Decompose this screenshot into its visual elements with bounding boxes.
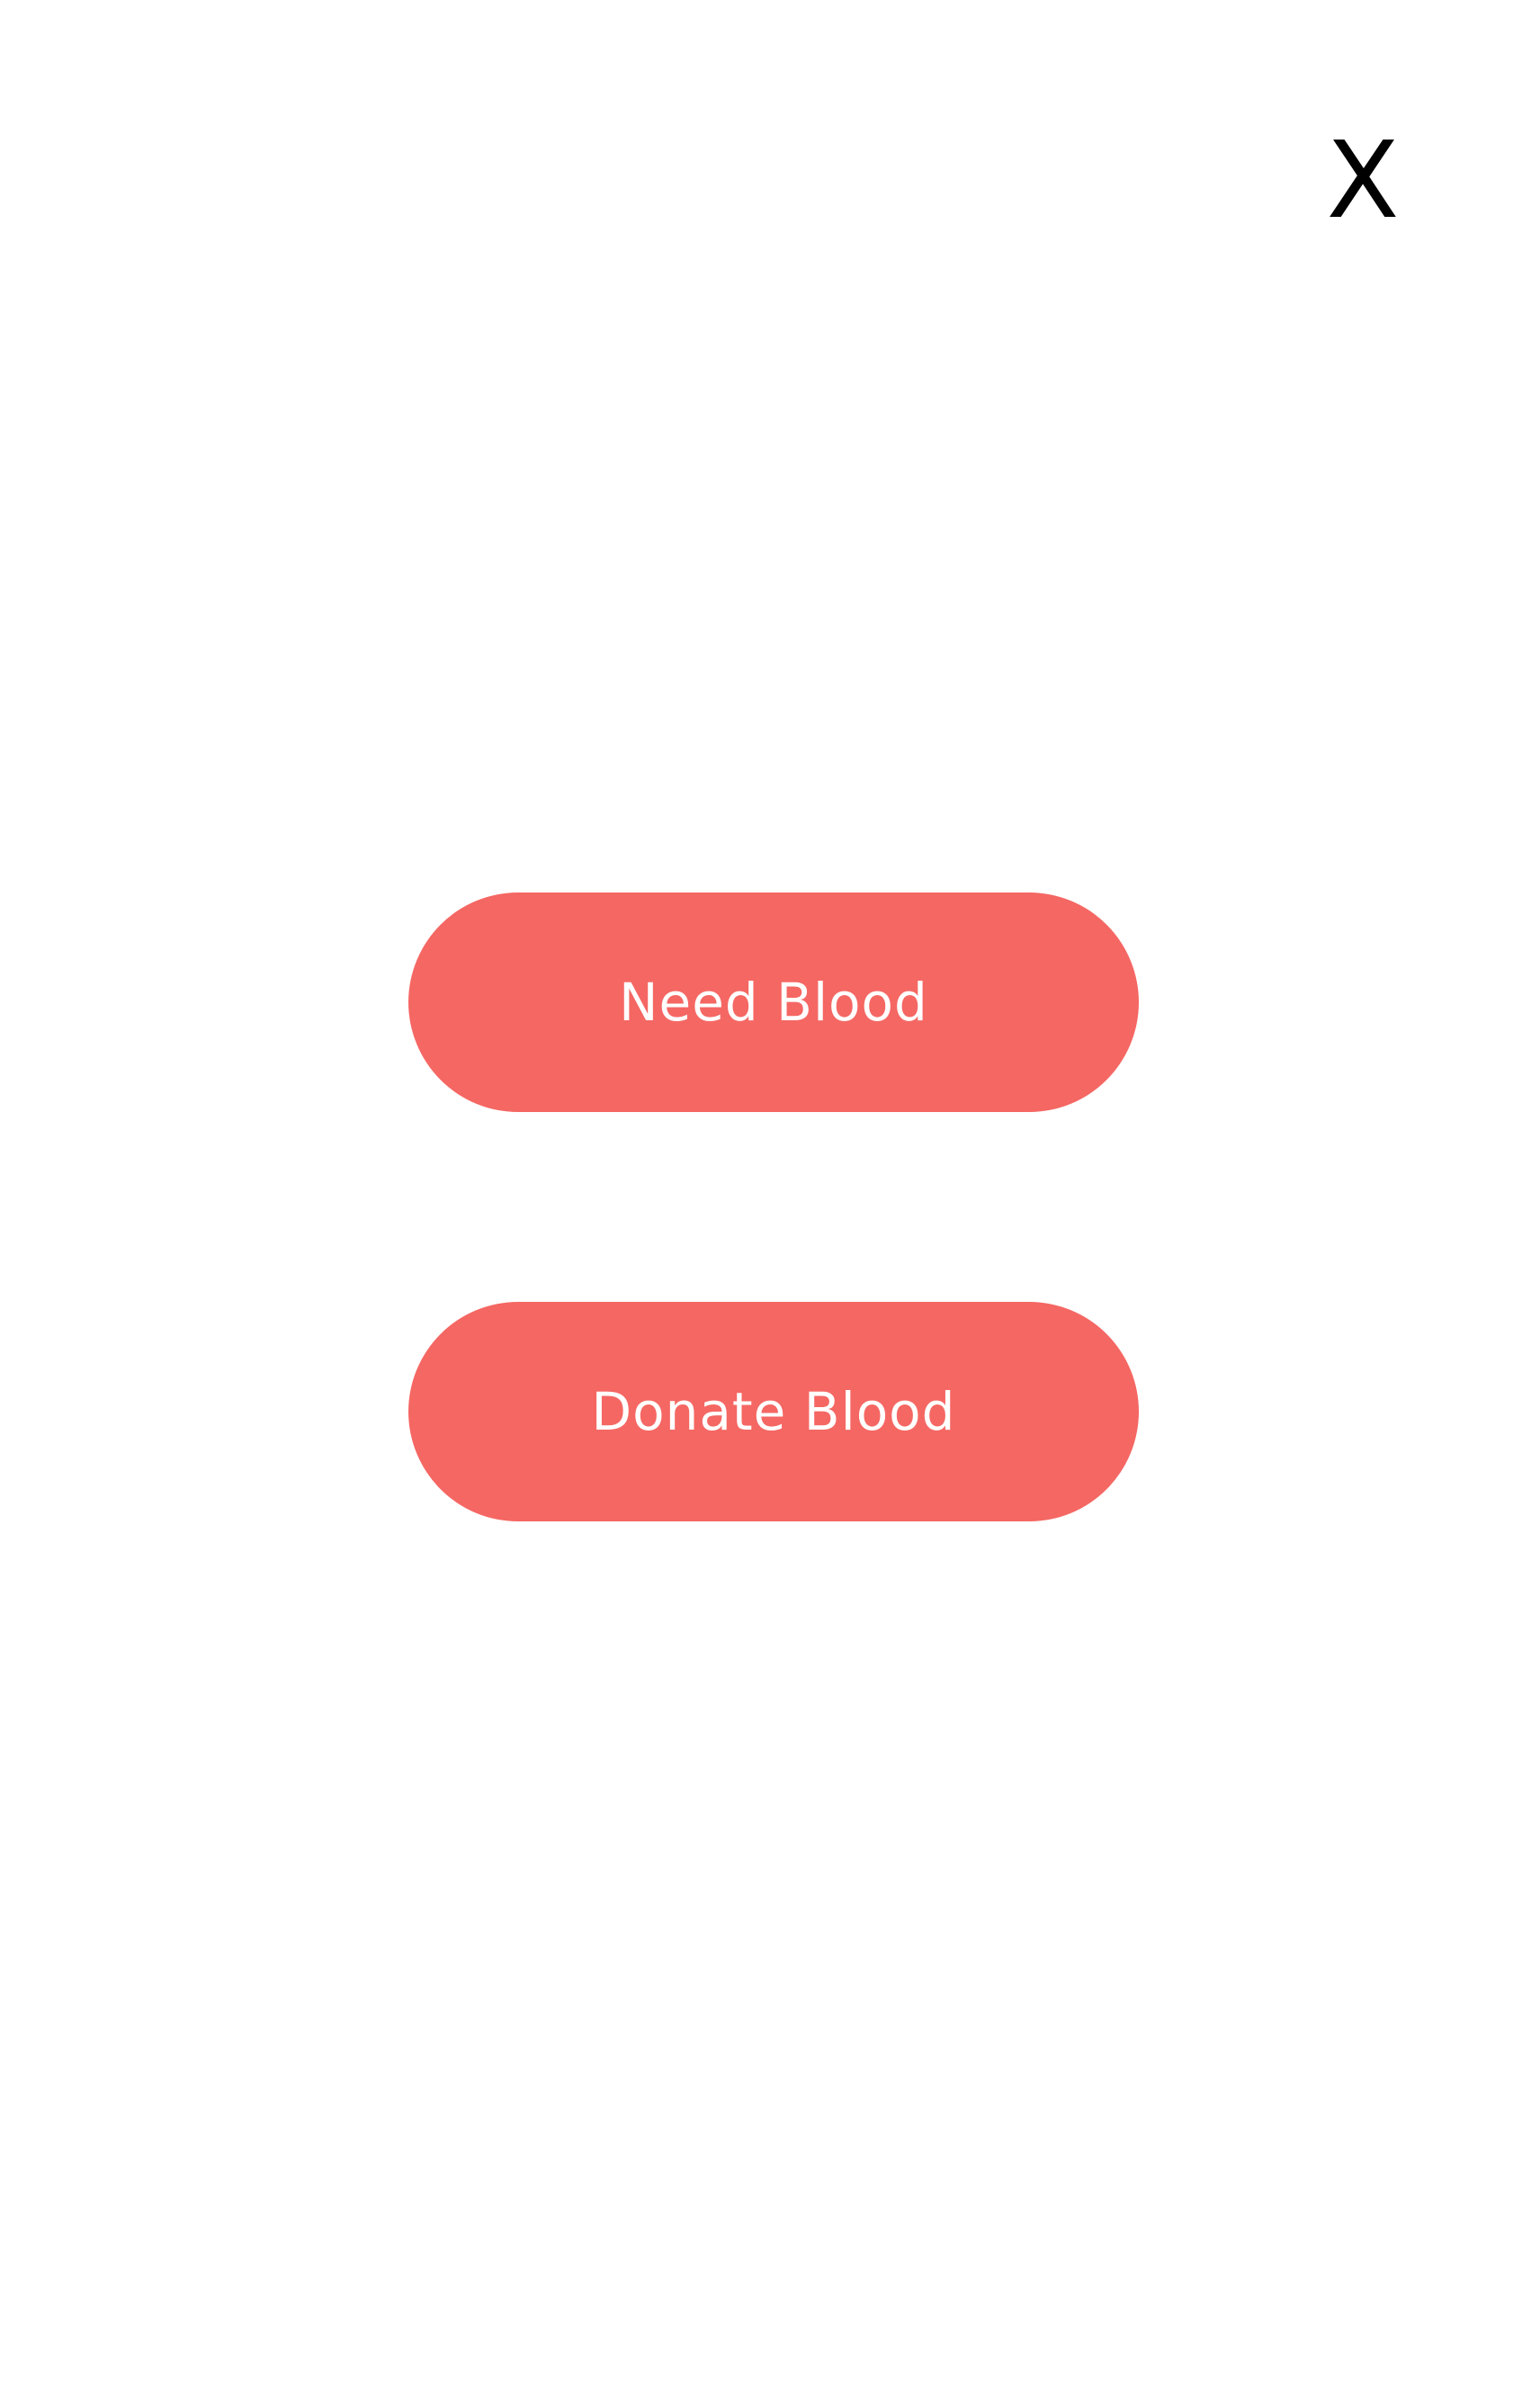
donate-blood-button[interactable]: Donate Blood [408, 1302, 1139, 1521]
close-button[interactable]: X [1313, 126, 1412, 234]
need-blood-button[interactable]: Need Blood [408, 893, 1139, 1112]
donate-blood-label: Donate Blood [591, 1381, 956, 1442]
need-blood-label: Need Blood [619, 972, 928, 1033]
